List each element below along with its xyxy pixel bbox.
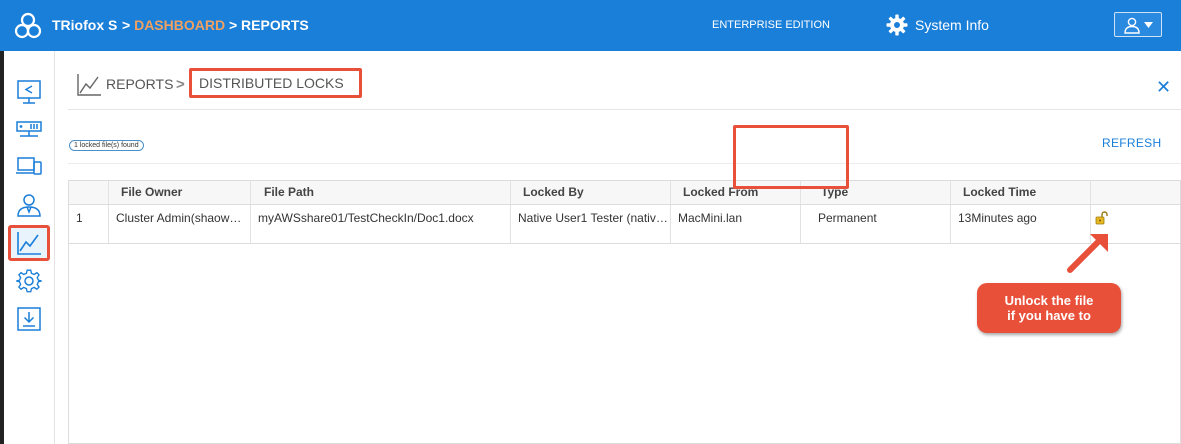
table-row[interactable]: 1 Cluster Admin(shaow… myAWSshare01/Test… [69, 205, 1180, 244]
callout-line: Unlock the file [1004, 293, 1094, 308]
gear-icon [886, 14, 908, 36]
system-info-label: System Info [915, 17, 989, 33]
brand-name[interactable]: TRiofox S [52, 17, 117, 33]
locked-count-badge: 1 locked file(s) found [69, 140, 144, 151]
user-icon [1124, 17, 1140, 34]
column-header-locked-time[interactable]: Locked Time [951, 181, 1091, 204]
sidebar-item-devices[interactable] [12, 149, 46, 183]
share-monitor-icon [17, 80, 41, 104]
main-panel: REPORTS > DISTRIBUTED LOCKS ✕ 1 locked f… [68, 51, 1181, 444]
cell-locked-by: Native User1 Tester (nativ… [511, 205, 671, 243]
crumb-reports: REPORTS [241, 17, 309, 33]
refresh-button[interactable]: REFRESH [1102, 136, 1161, 150]
download-icon [17, 307, 41, 331]
close-icon[interactable]: ✕ [1156, 77, 1171, 98]
devices-icon [16, 157, 42, 175]
breadcrumb-current: DISTRIBUTED LOCKS [189, 68, 362, 98]
system-info-button[interactable]: System Info [885, 13, 989, 37]
sidebar-item-users[interactable] [12, 188, 46, 222]
breadcrumb-chevron: > [176, 76, 185, 93]
cell-index: 1 [69, 205, 109, 243]
triofox-logo-icon[interactable] [14, 12, 42, 40]
cell-file-path: myAWSshare01/TestCheckIn/Doc1.docx [251, 205, 511, 243]
settings-gear-icon [16, 269, 42, 293]
user-menu-button[interactable] [1114, 12, 1162, 37]
column-header-file-path[interactable]: File Path [251, 181, 511, 204]
cell-locked-from: MacMini.lan [671, 205, 801, 243]
sidebar [4, 51, 55, 444]
edition-label: ENTERPRISE EDITION [712, 19, 830, 31]
sidebar-item-reports[interactable] [8, 225, 50, 261]
crumb-separator: > [122, 17, 131, 33]
sidebar-item-servers[interactable] [12, 111, 46, 145]
callout-arrow-icon [1067, 234, 1108, 273]
top-breadcrumb: > DASHBOARD > REPORTS [122, 17, 309, 33]
crumb-dashboard[interactable]: DASHBOARD [134, 17, 225, 33]
divider [68, 109, 1181, 110]
caret-down-icon [1144, 21, 1153, 28]
sidebar-item-settings[interactable] [12, 264, 46, 298]
column-header-actions [1091, 181, 1180, 204]
unlock-icon[interactable] [1095, 211, 1109, 225]
sidebar-item-shares[interactable] [12, 75, 46, 109]
reports-icon [17, 232, 41, 255]
column-header-locked-by[interactable]: Locked By [511, 181, 671, 204]
sidebar-item-download[interactable] [12, 302, 46, 336]
top-bar: TRiofox S > DASHBOARD > REPORTS ENTERPRI… [0, 0, 1181, 51]
table-header: File Owner File Path Locked By Locked Fr… [69, 181, 1180, 205]
crumb-separator: > [228, 17, 238, 33]
cell-file-owner: Cluster Admin(shaow… [109, 205, 251, 243]
unlock-callout: Unlock the file if you have to [977, 283, 1121, 333]
breadcrumb-reports[interactable]: REPORTS [106, 76, 173, 92]
cell-type: Permanent [801, 205, 951, 243]
server-icon [16, 121, 42, 137]
callout-line: if you have to [1007, 308, 1091, 323]
reports-header-icon [77, 74, 101, 96]
type-column-highlight [733, 125, 849, 189]
column-header-file-owner[interactable]: File Owner [109, 181, 251, 204]
divider [68, 163, 1181, 164]
column-header-index [69, 181, 109, 204]
users-icon [17, 194, 41, 217]
